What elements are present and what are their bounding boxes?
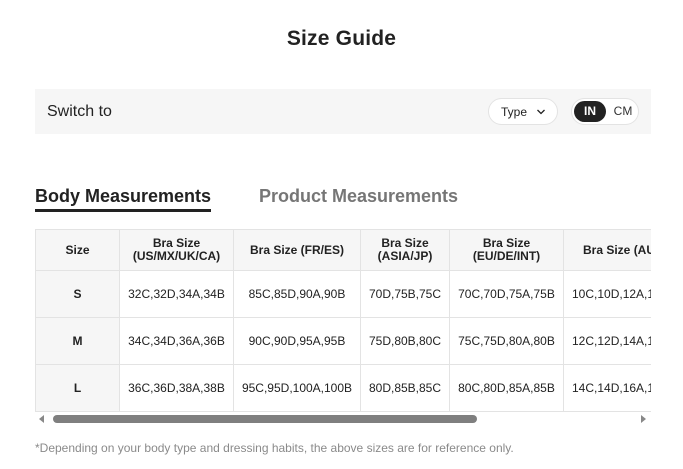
table-cell: 95C,95D,100A,100B	[233, 364, 361, 412]
size-table-container[interactable]: Size Bra Size (US/MX/UK/CA) Bra Size (FR…	[35, 229, 651, 412]
page-title: Size Guide	[286, 27, 397, 50]
horizontal-scrollbar[interactable]	[35, 412, 651, 426]
tab-body-measurements[interactable]: Body Measurements	[35, 186, 211, 207]
chevron-down-icon	[537, 109, 545, 115]
size-table: Size Bra Size (US/MX/UK/CA) Bra Size (FR…	[35, 229, 651, 412]
table-row: S 32C,32D,34A,34B 85C,85D,90A,90B 70D,75…	[35, 270, 651, 318]
table-header-row: Size Bra Size (US/MX/UK/CA) Bra Size (FR…	[35, 229, 651, 271]
tab-product-measurements[interactable]: Product Measurements	[259, 186, 458, 207]
row-size-label: M	[35, 317, 120, 365]
table-row: L 36C,36D,38A,38B 95C,95D,100A,100B 80D,…	[35, 364, 651, 412]
table-cell: 36C,36D,38A,38B	[119, 364, 234, 412]
scroll-left-arrow-icon[interactable]	[39, 415, 44, 423]
unit-cm-button[interactable]: CM	[609, 101, 637, 122]
column-header-bra-size-us: Bra Size (US/MX/UK/CA)	[119, 229, 234, 271]
column-header-bra-size-asia: Bra Size (ASIA/JP)	[360, 229, 450, 271]
table-cell: 70C,70D,75A,75B	[449, 270, 564, 318]
table-cell: 75D,80B,80C	[360, 317, 450, 365]
scroll-right-arrow-icon[interactable]	[641, 415, 646, 423]
type-dropdown-label: Type	[501, 105, 528, 119]
row-size-label: L	[35, 364, 120, 412]
table-cell: 14C,14D,16A,1	[563, 364, 651, 412]
column-header-bra-size-au: Bra Size (AU	[563, 229, 651, 271]
unit-toggle: IN CM	[571, 98, 639, 125]
scrollbar-thumb[interactable]	[53, 415, 477, 423]
switch-bar: Switch to Type IN CM	[35, 89, 651, 134]
table-cell: 80C,80D,85A,85B	[449, 364, 564, 412]
table-cell: 80D,85B,85C	[360, 364, 450, 412]
switch-label: Switch to	[47, 103, 112, 120]
column-header-size: Size	[35, 229, 120, 271]
table-row: M 34C,34D,36A,36B 90C,90D,95A,95B 75D,80…	[35, 317, 651, 365]
table-cell: 90C,90D,95A,95B	[233, 317, 361, 365]
column-header-bra-size-fr: Bra Size (FR/ES)	[233, 229, 361, 271]
table-cell: 10C,10D,12A,1	[563, 270, 651, 318]
table-cell: 85C,85D,90A,90B	[233, 270, 361, 318]
footnote: *Depending on your body type and dressin…	[35, 441, 514, 455]
type-dropdown[interactable]: Type	[488, 98, 558, 125]
unit-in-button[interactable]: IN	[574, 101, 606, 122]
table-cell: 34C,34D,36A,36B	[119, 317, 234, 365]
column-header-bra-size-eu: Bra Size (EU/DE/INT)	[449, 229, 564, 271]
table-cell: 12C,12D,14A,1	[563, 317, 651, 365]
active-tab-indicator	[35, 209, 211, 212]
table-cell: 32C,32D,34A,34B	[119, 270, 234, 318]
table-cell: 75C,75D,80A,80B	[449, 317, 564, 365]
table-cell: 70D,75B,75C	[360, 270, 450, 318]
row-size-label: S	[35, 270, 120, 318]
